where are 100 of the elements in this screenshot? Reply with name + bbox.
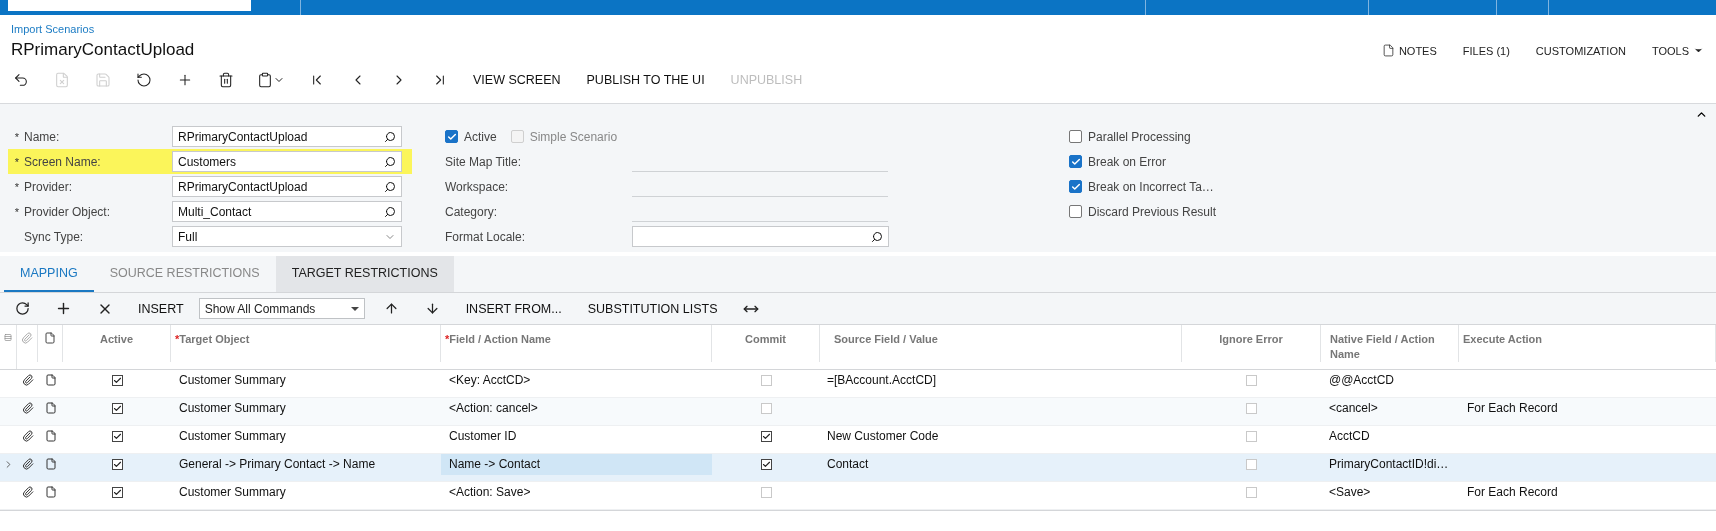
search-icon xyxy=(384,205,396,218)
checkbox-label: Active xyxy=(464,129,497,144)
table-cell-text: <Key: AcctCD> xyxy=(448,372,532,390)
table-cell-text: <Save> xyxy=(1328,484,1372,502)
column-header[interactable]: Commit xyxy=(745,332,786,347)
required-mark: * xyxy=(175,332,180,347)
dropdown-field[interactable]: Full xyxy=(172,226,402,247)
column-header[interactable]: Field / Action Name xyxy=(449,332,551,347)
table-cell-text: Customer Summary xyxy=(178,428,287,446)
toolbar-button[interactable]: VIEW SCREEN xyxy=(460,66,574,94)
field-label: Site Map Title: xyxy=(445,154,523,169)
trash-icon xyxy=(217,72,234,88)
table-cell-text: @@AcctCD xyxy=(1328,372,1396,390)
search-icon xyxy=(871,230,883,243)
checkbox[interactable] xyxy=(760,458,772,470)
paperclip-icon[interactable] xyxy=(21,486,34,499)
lookup-field[interactable]: Multi_Contact xyxy=(172,201,402,222)
save-icon xyxy=(94,72,111,88)
document-icon xyxy=(53,72,70,88)
breadcrumb-link[interactable]: Import Scenarios xyxy=(11,23,195,35)
paperclip-icon xyxy=(21,332,33,344)
table-cell-text: <Action: Save> xyxy=(448,484,532,502)
column-header[interactable]: Ignore Error xyxy=(1219,332,1283,347)
file-icon[interactable] xyxy=(44,458,57,471)
table-cell-text: <Action: cancel> xyxy=(448,400,539,418)
table-cell-text: AcctCD xyxy=(1328,428,1371,446)
header-action-button[interactable]: TOOLS xyxy=(1651,44,1704,57)
search-field[interactable] xyxy=(8,0,251,11)
checkbox[interactable] xyxy=(1069,130,1082,143)
checkbox[interactable] xyxy=(111,486,123,498)
paperclip-icon[interactable] xyxy=(21,458,34,471)
required-mark: * xyxy=(13,130,21,143)
table-cell-text: Customer Summary xyxy=(178,484,287,502)
field-label: Category: xyxy=(445,204,499,219)
column-header[interactable]: Native Field / Action Name xyxy=(1330,332,1454,362)
checkbox[interactable] xyxy=(445,130,458,143)
column-header[interactable]: Execute Action xyxy=(1463,332,1543,347)
field-label: Sync Type: xyxy=(24,229,85,244)
column-header[interactable]: Active xyxy=(100,332,133,347)
checkbox[interactable] xyxy=(111,402,123,414)
required-mark: * xyxy=(445,332,450,347)
column-header[interactable]: Target Object xyxy=(179,332,250,347)
clipboard-icon xyxy=(257,72,273,88)
arrow-down-icon xyxy=(424,301,440,316)
checkbox[interactable] xyxy=(111,374,123,386)
checkbox[interactable] xyxy=(111,458,123,470)
header-action-button[interactable]: CUSTOMIZATION xyxy=(1535,44,1626,57)
paperclip-icon[interactable] xyxy=(21,402,34,415)
table-cell-text: New Customer Code xyxy=(826,428,940,446)
lookup-field[interactable]: RPrimaryContactUpload xyxy=(172,126,402,147)
checkbox-label: Break on Incorrect Ta… xyxy=(1088,179,1214,194)
file-icon[interactable] xyxy=(44,374,57,387)
checkbox[interactable] xyxy=(111,430,123,442)
paperclip-icon[interactable] xyxy=(21,430,34,443)
tab[interactable]: TARGET RESTRICTIONS xyxy=(275,256,454,292)
plus-icon xyxy=(55,300,72,317)
row-status-icon xyxy=(4,332,12,343)
checkbox-label: Break on Error xyxy=(1088,154,1167,169)
table-cell-text: General -> Primary Contact -> Name xyxy=(178,456,377,474)
checkbox[interactable] xyxy=(1069,180,1082,193)
file-icon[interactable] xyxy=(44,402,57,415)
table-cell-text: Customer Summary xyxy=(178,372,287,390)
insert-from-button[interactable]: INSERT FROM... xyxy=(452,294,575,323)
header-action-button[interactable]: FILES (1) xyxy=(1462,44,1510,57)
file-icon[interactable] xyxy=(44,486,57,499)
lookup-field[interactable] xyxy=(632,226,889,247)
lookup-field[interactable]: RPrimaryContactUpload xyxy=(172,176,402,197)
caret-icon xyxy=(350,306,359,311)
column-header[interactable]: Source Field / Value xyxy=(834,332,938,347)
field-label: Name: xyxy=(24,129,61,144)
search-icon xyxy=(384,130,396,143)
undo-icon xyxy=(135,72,152,88)
table-cell-text: <cancel> xyxy=(1328,400,1379,418)
table-cell-text: Customer Summary xyxy=(178,400,287,418)
back-arrow-icon xyxy=(12,72,29,88)
checkbox[interactable] xyxy=(1069,205,1082,218)
table-cell: Name -> Contact xyxy=(441,454,712,475)
field-label: Provider Object: xyxy=(24,204,112,219)
table-cell-text: For Each Record xyxy=(1466,400,1559,418)
paperclip-icon[interactable] xyxy=(21,374,34,387)
header-action-button[interactable]: NOTES xyxy=(1381,44,1437,57)
table-cell-text: Customer ID xyxy=(448,428,518,446)
lookup-field[interactable]: Customers xyxy=(172,151,402,172)
file-icon[interactable] xyxy=(44,430,57,443)
field-label: Workspace: xyxy=(445,179,510,194)
required-mark: * xyxy=(13,155,21,168)
search-icon xyxy=(384,155,396,168)
checkbox-label: Simple Scenario xyxy=(529,129,618,144)
page-title: RPrimaryContactUpload xyxy=(11,40,195,60)
substitution-lists-button[interactable]: SUBSTITUTION LISTS xyxy=(574,294,731,323)
required-mark: * xyxy=(13,205,21,218)
toolbar-button[interactable]: PUBLISH TO THE UI xyxy=(573,66,718,94)
search-icon xyxy=(384,180,396,193)
insert-button[interactable]: INSERT xyxy=(125,294,197,323)
dropdown-field[interactable]: Show All Commands xyxy=(198,298,365,319)
table-cell-text: For Each Record xyxy=(1466,484,1559,502)
checkbox[interactable] xyxy=(1069,155,1082,168)
field-label: Screen Name: xyxy=(24,154,102,169)
checkbox[interactable] xyxy=(760,430,772,442)
checkbox-label: Parallel Processing xyxy=(1088,129,1191,144)
